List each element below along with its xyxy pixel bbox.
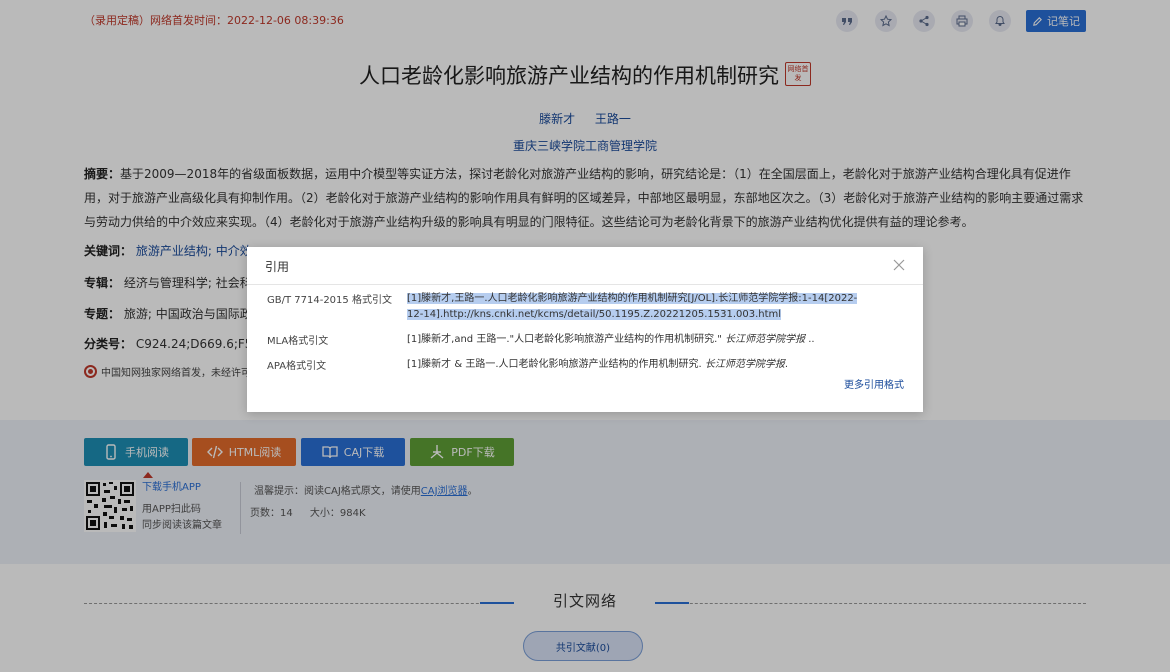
citation-text[interactable]: [1]滕新才,and 王路一."人口老龄化影响旅游产业结构的作用机制研究." 长… [407,332,867,348]
citation-text[interactable]: [1]滕新才,王路一.人口老龄化影响旅游产业结构的作用机制研究[J/OL].长江… [407,291,867,323]
citation-dialog: 引用 GB/T 7714-2015 格式引文 [1]滕新才,王路一.人口老龄化影… [247,247,923,412]
dialog-title: 引用 [265,260,290,274]
citation-format-label: GB/T 7714-2015 格式引文 [267,295,392,306]
journal-name: 长江师范学院学报 [704,359,785,370]
citation-format-label: APA格式引文 [267,361,327,372]
dialog-header: 引用 [247,247,923,285]
journal-name: 长江师范学院学报 [725,334,806,345]
citation-format-label: MLA格式引文 [267,336,329,347]
more-formats-link[interactable]: 更多引用格式 [844,376,904,391]
citation-main: [1]滕新才,and 王路一."人口老龄化影响旅游产业结构的作用机制研究." [407,334,726,345]
close-icon[interactable] [893,259,905,271]
citation-tail: . [784,359,789,370]
citation-main: [1]滕新才 & 王路一.人口老龄化影响旅游产业结构的作用机制研究. [407,359,705,370]
citation-text-selected[interactable]: [1]滕新才,王路一.人口老龄化影响旅游产业结构的作用机制研究[J/OL].长江… [407,293,858,320]
citation-text[interactable]: [1]滕新才 & 王路一.人口老龄化影响旅游产业结构的作用机制研究. 长江师范学… [407,357,867,373]
citation-tail: .. [805,334,815,345]
